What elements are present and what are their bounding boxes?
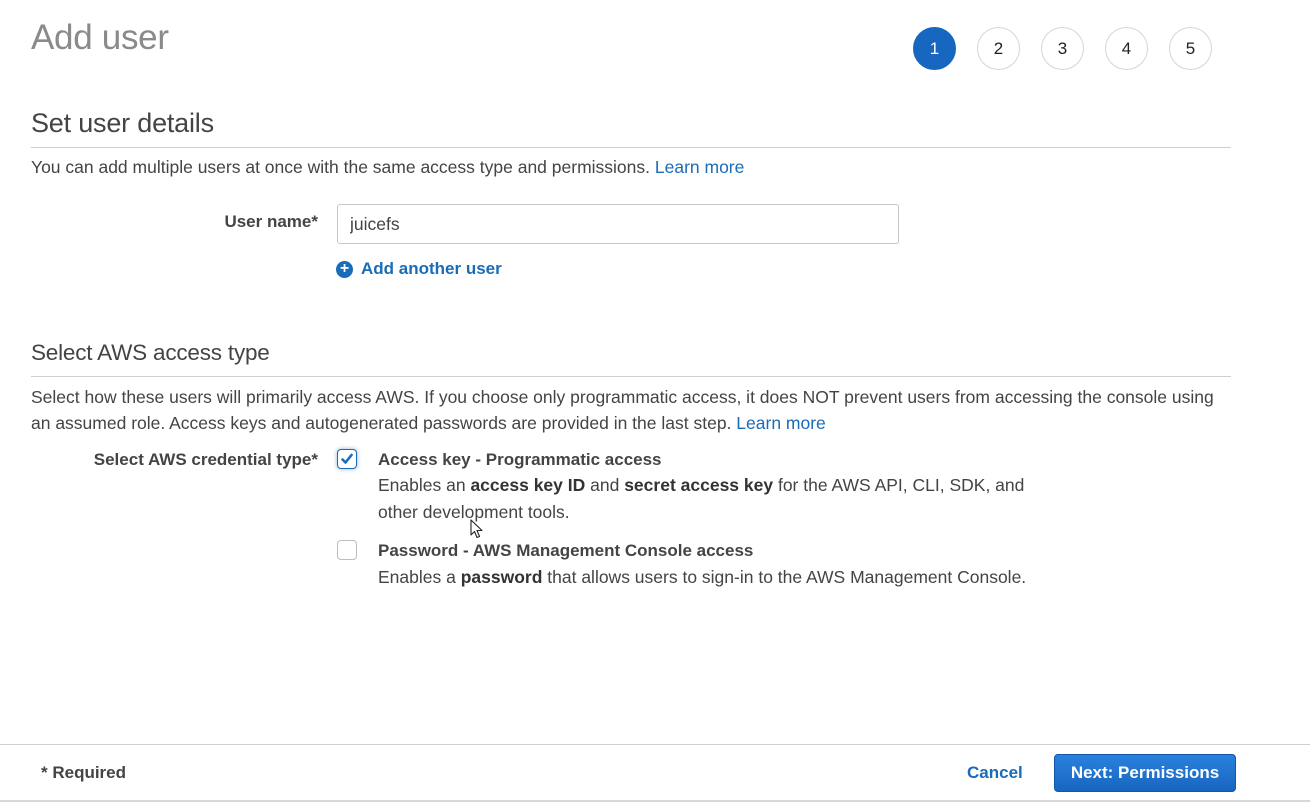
learn-more-link[interactable]: Learn more — [655, 157, 745, 177]
programmatic-access-description: Enables an access key ID and secret acce… — [378, 472, 1068, 526]
plus-circle-icon: + — [336, 260, 353, 278]
desc-text: that allows users to sign-in to the AWS … — [542, 567, 1027, 587]
user-details-description-text: You can add multiple users at once with … — [31, 157, 650, 177]
user-name-label: User name* — [224, 212, 318, 231]
user-name-input[interactable] — [337, 204, 899, 244]
programmatic-access-checkbox[interactable] — [337, 449, 357, 469]
access-type-description: Select how these users will primarily ac… — [31, 384, 1231, 436]
programmatic-access-title: Access key - Programmatic access — [378, 450, 662, 469]
desc-text: Enables an — [378, 475, 471, 495]
section-divider — [31, 147, 1231, 148]
step-5[interactable]: 5 — [1169, 27, 1212, 70]
console-access-checkbox[interactable] — [337, 540, 357, 560]
add-another-user-label: Add another user — [361, 259, 502, 278]
step-2[interactable]: 2 — [977, 27, 1020, 70]
set-user-details-heading: Set user details — [31, 108, 214, 138]
checkmark-icon — [341, 453, 353, 464]
wizard-stepper: 1 2 3 4 5 — [913, 27, 1212, 70]
desc-bold: access key ID — [470, 475, 586, 495]
console-access-description: Enables a password that allows users to … — [378, 564, 1068, 591]
access-type-description-text: Select how these users will primarily ac… — [31, 387, 1214, 433]
add-another-user-link[interactable]: + Add another user — [336, 259, 502, 279]
user-details-description: You can add multiple users at once with … — [31, 154, 744, 180]
required-note: * Required — [41, 763, 127, 782]
credential-type-label: Select AWS credential type* — [93, 450, 318, 469]
cancel-button[interactable]: Cancel — [967, 763, 1023, 783]
step-1[interactable]: 1 — [913, 27, 956, 70]
page-title: Add user — [31, 18, 169, 57]
step-4[interactable]: 4 — [1105, 27, 1148, 70]
mouse-cursor-icon — [470, 519, 483, 539]
desc-bold: password — [460, 567, 543, 587]
console-access-title: Password - AWS Management Console access — [378, 541, 754, 560]
desc-text: and — [585, 475, 625, 495]
section-divider — [31, 376, 1231, 377]
next-permissions-button[interactable]: Next: Permissions — [1054, 754, 1236, 792]
desc-text: Enables a — [378, 567, 461, 587]
access-type-heading: Select AWS access type — [31, 340, 270, 365]
learn-more-link[interactable]: Learn more — [736, 413, 826, 433]
desc-bold: secret access key — [624, 475, 774, 495]
step-3[interactable]: 3 — [1041, 27, 1084, 70]
